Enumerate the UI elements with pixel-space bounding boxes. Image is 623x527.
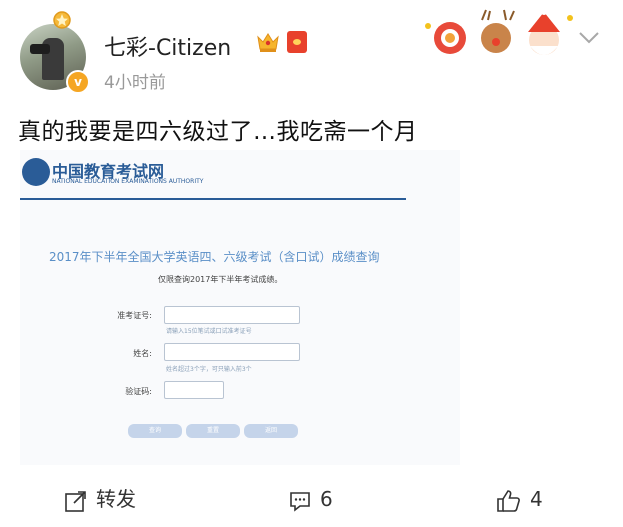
reset-button: 重置 xyxy=(186,424,240,438)
comment-count: 6 xyxy=(320,487,333,511)
username[interactable]: 七彩-Citizen xyxy=(104,30,231,62)
repost-icon xyxy=(65,490,86,512)
image-watermark xyxy=(318,430,408,440)
avatar-camera xyxy=(30,44,50,54)
name-hint: 姓名超过3个字，可只输入前3个 xyxy=(166,366,252,373)
thumbs-up-icon xyxy=(497,489,520,512)
exam-id-hint: 请输入15位笔试或口试准考证号 xyxy=(166,328,252,335)
back-button: 返回 xyxy=(244,424,298,438)
christmas-decoration-icon xyxy=(425,9,573,55)
like-count: 4 xyxy=(530,487,543,511)
vip-crown-icon[interactable] xyxy=(256,31,280,53)
post-time: 4小时前 xyxy=(104,73,166,93)
captcha-input xyxy=(164,381,224,399)
repost-button[interactable]: 转发 xyxy=(64,486,136,512)
medal-icon xyxy=(53,11,71,29)
globe-logo-icon xyxy=(22,158,50,186)
comment-button[interactable]: 6 xyxy=(288,486,333,512)
field-label-captcha: 验证码: xyxy=(125,387,152,396)
site-logo-subtitle: NATIONAL EDUCATION EXAMINATIONS AUTHORIT… xyxy=(52,178,204,185)
query-button: 查询 xyxy=(128,424,182,438)
field-label-exam-id: 准考证号: xyxy=(117,311,152,320)
exam-id-input xyxy=(164,306,300,324)
query-title: 2017年下半年全国大学英语四、六级考试（含口试）成绩查询 xyxy=(49,250,380,264)
name-input xyxy=(164,343,300,361)
verified-badge-icon: v xyxy=(66,70,90,94)
header-divider xyxy=(20,198,406,200)
chevron-down-icon[interactable] xyxy=(578,30,600,46)
comment-icon xyxy=(290,491,310,512)
post-text: 真的我要是四六级过了…我吃斋一个月 xyxy=(18,119,418,145)
repost-label: 转发 xyxy=(96,487,136,511)
query-note: 仅限查询2017年下半年考试成绩。 xyxy=(158,275,283,284)
red-packet-icon[interactable] xyxy=(287,31,307,53)
field-label-name: 姓名: xyxy=(133,349,152,358)
like-button[interactable]: 4 xyxy=(496,486,543,512)
